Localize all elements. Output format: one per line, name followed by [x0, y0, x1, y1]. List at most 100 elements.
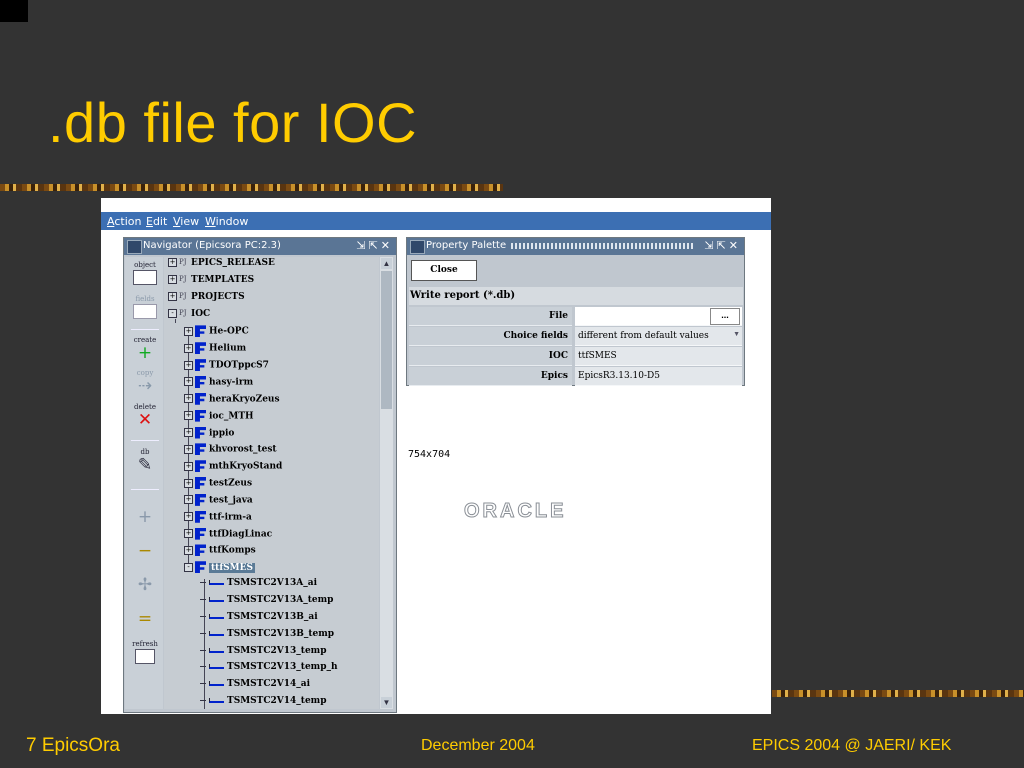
close-icon[interactable]: ✕	[729, 239, 741, 252]
browse-button[interactable]: ...	[710, 308, 740, 325]
close-button[interactable]: Close	[411, 260, 477, 281]
db-button[interactable]: db ✎	[129, 447, 161, 477]
ioc-flag-icon	[195, 426, 206, 439]
ioc-flag-icon	[195, 460, 206, 473]
footer-page-label: 7 EpicsOra	[26, 735, 120, 756]
minimize-icon[interactable]: ⇲	[356, 239, 368, 252]
maximize-icon[interactable]: ⇱	[369, 239, 381, 252]
expand-node-icon[interactable]: +	[184, 394, 193, 404]
tree-item[interactable]: + PJ PROJECTS	[168, 291, 245, 308]
dropdown-arrow-icon[interactable]: ▼	[733, 331, 740, 338]
footer-date: December 2004	[421, 737, 535, 754]
palette-title: Property Palette	[426, 240, 507, 251]
create-button[interactable]: create +	[129, 335, 161, 365]
menu-view[interactable]: View	[173, 215, 199, 228]
tree-item[interactable]: + khvorost_test	[184, 443, 277, 459]
tree-item[interactable]: TSMSTC2V13B_temp	[200, 629, 334, 645]
collapse-node-icon[interactable]: -	[168, 308, 177, 318]
navigator-titlebar[interactable]: Navigator (Epicsora PC:2.3) ⇲⇱✕	[124, 238, 396, 255]
tree-connector	[200, 599, 206, 600]
fields-button[interactable]: fields	[129, 294, 161, 324]
tree-item-label: TSMSTC2V13A_ai	[227, 578, 318, 589]
ioc-flag-icon	[195, 561, 206, 574]
tree-item[interactable]: TSMSTC2V13_temp	[200, 646, 327, 662]
tree-connector	[200, 683, 206, 685]
tree-item-label: ttfKomps	[209, 545, 256, 556]
tree-connector	[200, 615, 206, 617]
tree-scrollbar[interactable]: ▲ ▼	[380, 257, 393, 709]
expand-node-icon[interactable]: +	[184, 444, 193, 454]
expand-node-icon[interactable]: +	[184, 360, 193, 370]
tree-item[interactable]: + PJ TEMPLATES	[168, 274, 254, 291]
tree-item[interactable]: + ttfKomps	[184, 544, 256, 560]
window-app-icon	[410, 240, 425, 254]
expand-node-icon[interactable]: +	[168, 258, 177, 267]
expand-node-icon[interactable]: +	[184, 512, 193, 522]
tree-item[interactable]: + TDOTppcS7	[184, 359, 269, 375]
tree-item[interactable]: TSMSTC2V13A_ai	[200, 578, 317, 594]
tree-item[interactable]: TSMSTC2V13A_temp	[200, 595, 333, 611]
tree-item[interactable]: TSMSTC2V13_temp_h	[200, 662, 338, 678]
maximize-icon[interactable]: ⇱	[717, 239, 729, 252]
tree-item[interactable]: + ttfDiagLinac	[184, 527, 272, 544]
scroll-up-icon[interactable]: ▲	[381, 258, 392, 269]
expand-node-icon[interactable]: +	[184, 461, 193, 471]
choice-fields-select[interactable]: different from default values	[575, 327, 742, 346]
refresh-button[interactable]: refresh	[129, 639, 161, 669]
window-buttons: ⇲⇱✕	[704, 239, 741, 252]
expand-node-icon[interactable]: +	[184, 377, 193, 387]
tree-item[interactable]: + ippio	[184, 426, 234, 443]
app-screenshot: Action Edit View Window Navigator (Epics…	[101, 198, 771, 714]
collapse-all-button[interactable]: =	[129, 604, 161, 634]
minimize-icon[interactable]: ⇲	[704, 239, 716, 252]
tree-item[interactable]: + ioc_MTH	[184, 409, 254, 426]
delete-button[interactable]: delete ✕	[129, 402, 161, 432]
menu-bar: Action Edit View Window	[101, 212, 771, 230]
expand-node-icon[interactable]: +	[168, 291, 177, 301]
expand-button[interactable]: +	[129, 502, 161, 532]
expand-node-icon[interactable]: +	[184, 529, 193, 539]
tree-item[interactable]: TSMSTC2V14_temp	[200, 696, 327, 709]
tree-item[interactable]: TSMSTC2V13B_ai	[200, 612, 318, 628]
menu-action[interactable]: Action	[107, 215, 141, 228]
palette-titlebar[interactable]: Property Palette ⇲⇱✕	[407, 238, 744, 255]
tree-item[interactable]: + PJ EPICS_RELEASE	[168, 258, 275, 274]
expand-node-icon[interactable]: +	[184, 326, 193, 336]
collapse-button[interactable]: −	[129, 536, 161, 566]
tree-item[interactable]: - ttfSMES	[184, 561, 256, 577]
expand-node-icon[interactable]: +	[184, 428, 193, 437]
expand-node-icon[interactable]: +	[168, 274, 177, 284]
tree-item[interactable]: + ttf-irm-a	[184, 510, 252, 527]
expand-node-icon[interactable]: +	[184, 343, 193, 353]
tree-item[interactable]: + test_java	[184, 493, 253, 510]
tree-item[interactable]: TSMSTC2V14_ai	[200, 679, 310, 695]
object-tree: + PJ EPICS_RELEASE + PJ TEMPLATES + PJ PROJECTS -…	[164, 257, 379, 709]
tree-item[interactable]: - PJ IOC	[168, 308, 210, 325]
menu-edit[interactable]: Edit	[146, 215, 167, 228]
ioc-value[interactable]: ttfSMES	[575, 347, 742, 366]
ioc-flag-icon	[195, 493, 206, 506]
expand-all-button[interactable]: ✢	[129, 570, 161, 600]
tree-item-label: TSMSTC2V13_temp	[227, 645, 327, 656]
tree-item[interactable]: + hasy-irm	[184, 375, 253, 392]
object-button[interactable]: object	[129, 260, 161, 290]
tree-item-label: He-OPC	[209, 326, 249, 337]
ioc-flag-icon	[195, 527, 206, 540]
tree-item[interactable]: + mthKryoStand	[184, 460, 282, 476]
expand-node-icon[interactable]: +	[184, 545, 193, 555]
expand-node-icon[interactable]: +	[184, 411, 193, 421]
collapse-node-icon[interactable]: -	[184, 562, 193, 572]
expand-node-icon[interactable]: +	[184, 495, 193, 505]
ioc-flag-icon	[195, 342, 206, 355]
tree-item[interactable]: + He-OPC	[184, 325, 249, 341]
scroll-down-icon[interactable]: ▼	[381, 697, 392, 708]
expand-node-icon[interactable]: +	[184, 478, 193, 488]
close-icon[interactable]: ✕	[381, 239, 393, 252]
menu-window[interactable]: Window	[205, 215, 248, 228]
scroll-thumb[interactable]	[381, 271, 392, 409]
tree-item[interactable]: + Helium	[184, 342, 246, 358]
tree-item[interactable]: + heraKryoZeus	[184, 392, 280, 409]
epics-value[interactable]: EpicsR3.13.10-D5	[575, 367, 742, 386]
copy-button[interactable]: copy ⇢	[129, 368, 161, 398]
tree-item[interactable]: + testZeus	[184, 477, 252, 493]
